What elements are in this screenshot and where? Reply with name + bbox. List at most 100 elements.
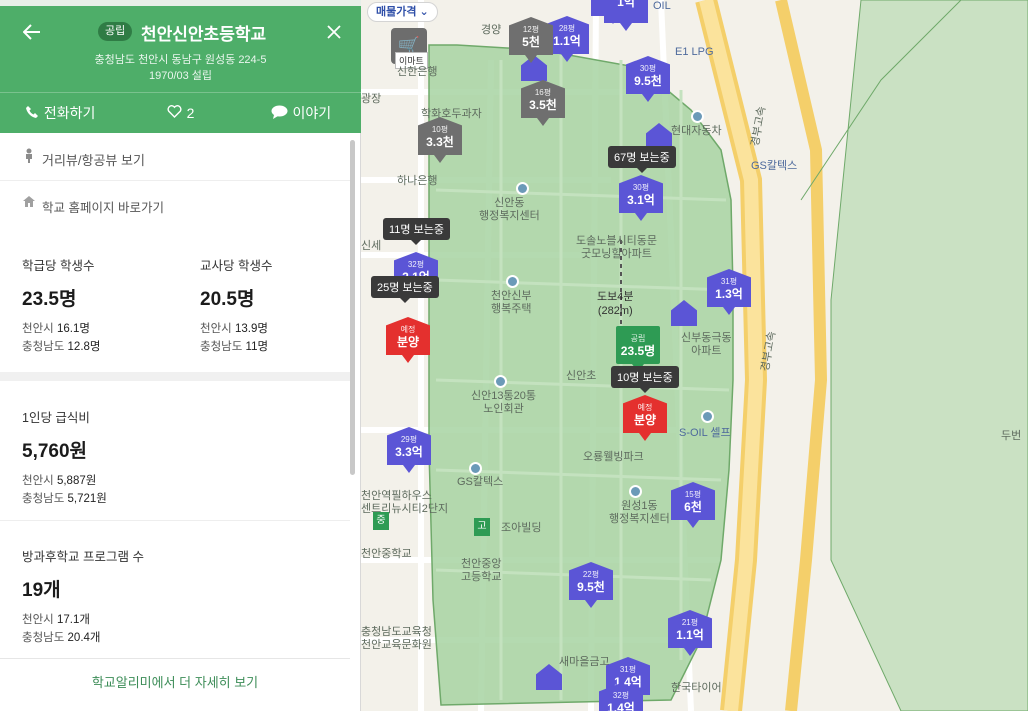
price-pin[interactable]: 30평 9.5천: [626, 56, 670, 102]
place-label: 현대자동차: [671, 125, 722, 137]
pin-tail: [620, 23, 632, 31]
place-label: 천안신부 행복주택: [491, 290, 532, 315]
place-label: S-OIL 셀프: [679, 427, 731, 439]
price-pin[interactable]: 16평 3.5천: [521, 80, 565, 126]
close-icon[interactable]: [320, 18, 348, 46]
poi-marker[interactable]: [701, 410, 714, 423]
pin-price: 1억: [617, 0, 635, 9]
school-info-more-link[interactable]: 학교알리미에서 더 자세히 보기: [0, 658, 350, 704]
price-pin[interactable]: 15평 6천: [671, 482, 715, 528]
place-label: 도솔노블시티동문 굿모닝힐아파트: [576, 235, 657, 260]
arrow-left-icon[interactable]: [18, 18, 46, 46]
phone-icon: [25, 105, 39, 122]
panel-scrollbar[interactable]: [350, 140, 355, 475]
price-pin[interactable]: 예정 분양: [386, 317, 430, 363]
pin-size: 32평: [612, 691, 630, 700]
viewers-tooltip: 67명 보는중: [608, 146, 676, 173]
pin-tail: [635, 213, 647, 221]
place-label: 경양: [481, 24, 502, 36]
speech-bubble-icon: [271, 105, 288, 122]
poi-marker[interactable]: [691, 110, 704, 123]
price-pin[interactable]: 10평 3.3천: [418, 117, 462, 163]
pin-size: 15평: [684, 490, 702, 499]
school-type-badge: 공립: [98, 22, 133, 41]
place-label: 두번: [1001, 430, 1022, 442]
price-pin[interactable]: 29평 3.3억: [387, 427, 431, 473]
place-label: 광장: [361, 93, 382, 105]
place-label: 신안초: [566, 370, 597, 382]
stat-value: 5,760원: [22, 441, 88, 462]
pin-price: 3.3억: [395, 445, 423, 459]
viewers-tooltip: 10명 보는중: [611, 366, 679, 393]
pin-body: 29평 3.3억: [387, 427, 431, 465]
pin-size: 31평: [720, 277, 738, 286]
section-divider: [0, 372, 350, 381]
place-label: 천안중학교: [361, 548, 412, 560]
province-value: 20.4개: [67, 632, 101, 644]
price-pin[interactable]: 12평 5천: [509, 17, 553, 63]
pin-price: 9.5천: [577, 580, 605, 594]
map-view[interactable]: 매물가격 ⌄ 🛒 이마트 신한은행 하나은행 학화호두과자 광장 경양 신안동 …: [361, 0, 1028, 711]
price-pin[interactable]: 1억: [604, 0, 648, 31]
province-value: 11명: [245, 341, 269, 353]
price-pin[interactable]: 22평 9.5천: [569, 562, 613, 608]
place-label: 새마을금고: [559, 656, 610, 668]
province-value: 5,721원: [67, 493, 107, 505]
call-label: 전화하기: [43, 105, 96, 121]
walk-distance: 도보4분 (282m): [597, 290, 633, 318]
price-pin[interactable]: 예정 분양: [623, 395, 667, 441]
middle-school-marker[interactable]: 중: [373, 512, 389, 530]
homepage-link[interactable]: 학교 홈페이지 바로가기: [0, 181, 350, 227]
pin-price: 1.4억: [607, 701, 635, 711]
province-label: 충청남도: [200, 341, 243, 353]
province-value: 12.8명: [67, 341, 101, 353]
price-filter-button[interactable]: 매물가격 ⌄: [367, 2, 438, 22]
pin-size: 예정: [637, 403, 653, 412]
pin-body: 22평 9.5천: [569, 562, 613, 600]
poi-marker[interactable]: [506, 275, 519, 288]
price-pin[interactable]: 32평 1.4억: [599, 683, 643, 711]
pin-body: 30평 9.5천: [626, 56, 670, 94]
walk-meters: (282m): [597, 305, 633, 317]
place-label: E1 LPG: [675, 46, 714, 58]
pin-tail: [402, 355, 414, 363]
price-pin[interactable]: 21평 1.1억: [668, 610, 712, 656]
pin-body: 12평 5천: [509, 17, 553, 55]
pin-size: 공립: [630, 334, 646, 343]
place-label: OIL: [653, 0, 671, 12]
pin-price: 1.3억: [715, 287, 743, 301]
call-button[interactable]: 전화하기: [0, 93, 120, 133]
place-label: 신세: [361, 240, 382, 252]
poi-marker[interactable]: [494, 375, 507, 388]
poi-marker[interactable]: [469, 462, 482, 475]
pin-size: 10평: [431, 125, 449, 134]
pin-body: 32평 1.4억: [599, 683, 643, 711]
viewers-tooltip: 25명 보는중: [371, 276, 439, 303]
pin-tail: [525, 55, 537, 63]
stat-compare: 천안시 13.9명 충청남도 11명: [200, 320, 272, 356]
poi-marker[interactable]: [516, 182, 529, 195]
stat-title: 학급당 학생수: [22, 259, 95, 273]
city-value: 5,887원: [56, 475, 97, 487]
pin-body: 21평 1.1억: [668, 610, 712, 648]
place-label: 신안13통20통 노인회관: [471, 390, 536, 415]
stat-value: 20.5명: [200, 289, 255, 310]
street-view-link[interactable]: 거리뷰/항공뷰 보기: [0, 133, 350, 181]
pin-tail: [687, 520, 699, 528]
poi-marker[interactable]: [629, 485, 642, 498]
pin-price: 3.5천: [529, 98, 557, 112]
like-count: 2: [186, 105, 195, 121]
home-icon: [22, 195, 36, 209]
filter-label: 매물가격: [376, 6, 417, 18]
walk-time: 도보4분: [597, 291, 634, 303]
school-header: 공립 천안신안초등학교 충청남도 천안시 동남구 원성동 224-5 1970/…: [0, 0, 361, 133]
street-view-label: 거리뷰/항공뷰 보기: [42, 153, 145, 168]
like-button[interactable]: 2: [120, 93, 240, 133]
price-pin[interactable]: 30평 3.1억: [619, 175, 663, 221]
talk-button[interactable]: 이야기: [241, 93, 361, 133]
after-school-stat: 방과후학교 프로그램 수 19개 천안시 17.1개 충청남도 20.4개: [22, 546, 144, 647]
pin-size: 22평: [582, 570, 600, 579]
high-school-marker[interactable]: 고: [474, 518, 490, 536]
pin-tail: [684, 648, 696, 656]
price-pin[interactable]: 31평 1.3억: [707, 269, 751, 315]
